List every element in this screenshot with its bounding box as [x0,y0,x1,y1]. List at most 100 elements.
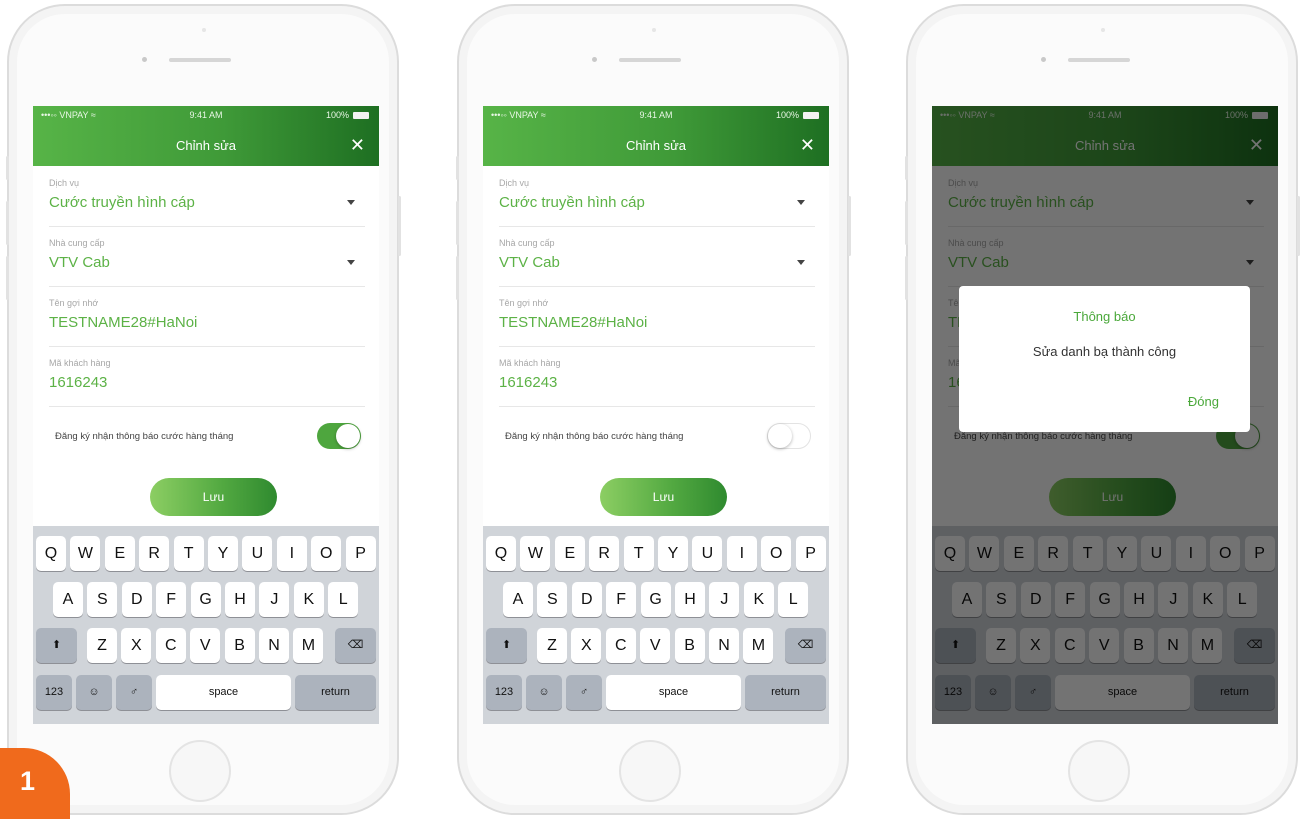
key-a[interactable]: A [53,582,83,617]
return-key[interactable]: return [745,675,826,710]
key-i[interactable]: I [726,536,757,571]
key-y[interactable]: Y [208,536,238,571]
key-y[interactable]: Y [658,536,688,571]
key-v[interactable]: V [190,628,221,663]
numbers-key[interactable]: 123 [486,675,522,710]
key-s[interactable]: S [87,582,118,617]
shift-icon[interactable]: ⬆ [486,628,527,663]
key-c[interactable]: C [605,628,636,663]
dropdown-caret-icon[interactable] [347,260,355,265]
field-value[interactable]: 1616243 [49,374,107,391]
customer-id-field[interactable]: Mã khách hàng 1616243 [499,350,815,407]
home-button[interactable] [169,740,231,802]
battery-icon [803,112,819,119]
key-k[interactable]: K [743,582,774,617]
key-i[interactable]: I [276,536,307,571]
key-p[interactable]: P [345,536,376,571]
close-icon[interactable]: ✕ [800,135,815,155]
key-l[interactable]: L [328,582,359,617]
key-v[interactable]: V [640,628,671,663]
key-m[interactable]: M [743,628,774,663]
key-w[interactable]: W [520,536,551,571]
key-g[interactable]: G [190,582,221,617]
key-t[interactable]: T [173,536,204,571]
key-u[interactable]: U [242,536,273,571]
key-h[interactable]: H [225,582,255,617]
shift-icon[interactable]: ⬆ [36,628,77,663]
subscribe-toggle[interactable] [767,423,811,449]
phone-side-button [6,201,9,245]
close-icon[interactable]: ✕ [350,135,365,155]
emoji-icon[interactable]: ☺ [76,675,112,710]
key-k[interactable]: K [293,582,324,617]
home-button[interactable] [1068,740,1130,802]
key-e[interactable]: E [104,536,135,571]
key-z[interactable]: Z [87,628,117,663]
key-b[interactable]: B [674,628,705,663]
home-button[interactable] [619,740,681,802]
nickname-field[interactable]: Tên gợi nhớ TESTNAME28#HaNoi [49,290,365,347]
key-r[interactable]: R [139,536,170,571]
subscribe-toggle[interactable] [317,423,361,449]
backspace-icon[interactable]: ⌫ [335,628,376,663]
provider-field[interactable]: Nhà cung cấp VTV Cab [49,230,365,287]
field-value[interactable]: TESTNAME28#HaNoi [49,314,197,331]
key-j[interactable]: J [259,582,290,617]
numbers-key[interactable]: 123 [36,675,72,710]
phone-frame: •••◦◦ VNPAY ≈9:41 AM100%Chỉnh sửa✕Dịch v… [905,4,1300,815]
microphone-icon[interactable]: ♂ [566,675,602,710]
field-value[interactable]: Cước truyền hình cáp [499,194,645,211]
key-r[interactable]: R [589,536,620,571]
key-e[interactable]: E [554,536,585,571]
key-w[interactable]: W [70,536,101,571]
microphone-icon[interactable]: ♂ [116,675,152,710]
key-o[interactable]: O [761,536,792,571]
dropdown-caret-icon[interactable] [797,260,805,265]
save-button[interactable]: Lưu [150,478,277,516]
field-value[interactable]: Cước truyền hình cáp [49,194,195,211]
key-o[interactable]: O [311,536,342,571]
field-value[interactable]: VTV Cab [499,254,560,271]
key-h[interactable]: H [675,582,705,617]
key-c[interactable]: C [155,628,186,663]
backspace-icon[interactable]: ⌫ [785,628,826,663]
key-s[interactable]: S [537,582,568,617]
space-key[interactable]: space [156,675,291,710]
service-field[interactable]: Dịch vụ Cước truyền hình cáp [49,170,365,227]
space-key[interactable]: space [606,675,741,710]
save-button[interactable]: Lưu [600,478,727,516]
key-n[interactable]: N [709,628,739,663]
field-value[interactable]: VTV Cab [49,254,110,271]
key-l[interactable]: L [778,582,809,617]
key-t[interactable]: T [623,536,654,571]
key-a[interactable]: A [503,582,533,617]
key-d[interactable]: D [571,582,602,617]
dropdown-caret-icon[interactable] [347,200,355,205]
key-x[interactable]: X [571,628,602,663]
key-b[interactable]: B [224,628,255,663]
key-q[interactable]: Q [486,536,516,571]
dropdown-caret-icon[interactable] [797,200,805,205]
key-m[interactable]: M [293,628,324,663]
key-g[interactable]: G [640,582,671,617]
key-j[interactable]: J [709,582,740,617]
key-f[interactable]: F [606,582,637,617]
key-z[interactable]: Z [537,628,567,663]
nickname-field[interactable]: Tên gợi nhớ TESTNAME28#HaNoi [499,290,815,347]
provider-field[interactable]: Nhà cung cấp VTV Cab [499,230,815,287]
key-d[interactable]: D [121,582,152,617]
return-key[interactable]: return [295,675,376,710]
battery-percent: 100% [775,110,799,120]
dialog-close-button[interactable]: Đóng [1188,394,1219,409]
key-p[interactable]: P [795,536,826,571]
key-q[interactable]: Q [36,536,66,571]
emoji-icon[interactable]: ☺ [526,675,562,710]
key-u[interactable]: U [692,536,723,571]
field-value[interactable]: 1616243 [499,374,557,391]
key-f[interactable]: F [156,582,187,617]
key-n[interactable]: N [259,628,289,663]
key-x[interactable]: X [121,628,152,663]
service-field[interactable]: Dịch vụ Cước truyền hình cáp [499,170,815,227]
customer-id-field[interactable]: Mã khách hàng 1616243 [49,350,365,407]
field-value[interactable]: TESTNAME28#HaNoi [499,314,647,331]
